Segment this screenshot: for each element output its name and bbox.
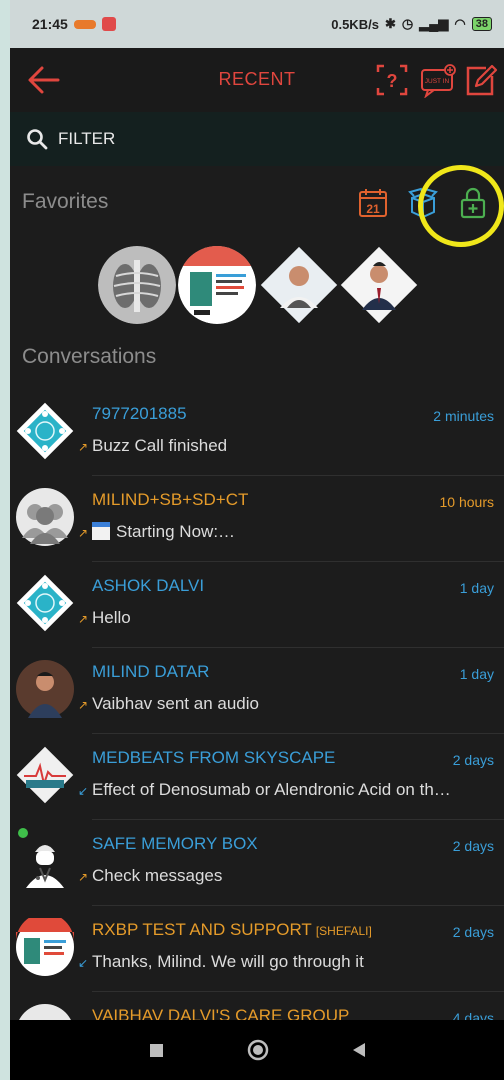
status-right: 0.5KB/s ✱ ◷ ▂▄▆ ◠ 38	[331, 16, 492, 32]
status-time: 21:45	[32, 16, 68, 32]
message-text: Vaibhav sent an audio	[92, 694, 259, 713]
outgoing-arrow-icon: ↗	[77, 526, 89, 540]
calendar-emoji-icon	[92, 522, 110, 540]
conversation-message: ↙ Effect of Denosumab or Alendronic Acid …	[74, 780, 494, 800]
wifi-icon: ◠	[454, 16, 466, 31]
network-speed: 0.5KB/s	[331, 16, 379, 32]
conversation-row[interactable]: MEDBEATS FROM SKYSCAPE 2 days ↙ Effect of…	[10, 734, 504, 820]
person-avatar	[16, 660, 74, 718]
just-in-label: JUST IN	[425, 78, 450, 85]
favorite-avatar-person-1[interactable]	[260, 246, 338, 324]
conversation-time: 2 minutes	[433, 408, 494, 424]
app-notification-icon	[101, 17, 116, 31]
secure-add-icon[interactable]	[456, 186, 490, 220]
filter-placeholder: FILTER	[58, 129, 116, 148]
conversation-name: MILIND DATAR	[92, 662, 210, 681]
conversations-title: Conversations	[22, 345, 157, 368]
conversation-row[interactable]: RXBP TEST AND SUPPORT [SHEFALI] 2 days ↙ T…	[10, 906, 504, 992]
conversation-time: 10 hours	[439, 494, 494, 510]
outgoing-arrow-icon: ↗	[77, 698, 89, 712]
conversation-message: ↗ Starting Now:…	[74, 522, 494, 542]
calendar-icon[interactable]: 21	[356, 186, 390, 220]
search-icon	[27, 129, 48, 150]
phone-screen: 21:45 0.5KB/s ✱ ◷ ▂▄▆ ◠ 38 RECENT ? JUST…	[10, 0, 504, 1080]
conversation-time: 2 days	[452, 838, 494, 854]
outgoing-arrow-icon: ↗	[77, 440, 89, 454]
conversation-row[interactable]: 7977201885 2 minutes ↗ Buzz Call finished	[10, 390, 504, 476]
conversation-message: ↗ Hello	[74, 608, 494, 628]
message-text: Thanks, Milind. We will go through it	[92, 952, 364, 971]
filter-bar[interactable]: FILTER	[10, 112, 504, 166]
conversation-row[interactable]: ASHOK DALVI 1 day ↗ Hello	[10, 562, 504, 648]
group-diamond-avatar	[16, 402, 74, 460]
conversation-name: MILIND+SB+SD+CT	[92, 490, 249, 509]
battery-icon: 38	[471, 17, 492, 31]
message-text: Hello	[92, 608, 131, 627]
calendar-day: 21	[366, 202, 380, 216]
conversation-message: ↗ Check messages	[74, 866, 494, 886]
alarm-icon: ◷	[401, 16, 414, 31]
conversation-time: 1 day	[459, 580, 494, 596]
favorite-avatar-person-2[interactable]	[340, 246, 418, 324]
just-in-icon[interactable]: JUST IN	[420, 62, 456, 98]
message-text: Effect of Denosumab or Alendronic Acid o…	[92, 780, 451, 799]
incoming-arrow-icon: ↙	[77, 784, 89, 798]
member-tag: [SHEFALI]	[315, 924, 372, 938]
memory-box-icon[interactable]	[406, 186, 440, 220]
rxbp-avatar	[16, 918, 74, 976]
conversation-row[interactable]: MILIND DATAR 1 day ↗ Vaibhav sent an audi…	[10, 648, 504, 734]
app-header: RECENT ? JUST IN	[10, 48, 504, 112]
home-circle-icon[interactable]	[246, 1038, 270, 1062]
conversation-name: SAFE MEMORY BOX	[92, 834, 258, 853]
signal-icon: ▂▄▆	[419, 16, 449, 31]
navigation-bar	[10, 1020, 504, 1080]
conversation-message: ↗ Buzz Call finished	[74, 436, 494, 456]
favorite-avatar-rxbp[interactable]	[178, 246, 256, 324]
group-avatar	[16, 488, 74, 546]
conversation-row[interactable]: SAFE MEMORY BOX 2 days ↗ Check messages	[10, 820, 504, 906]
conversation-message: ↙ Thanks, Milind. We will go through it	[74, 952, 494, 972]
conversation-time: 2 days	[452, 752, 494, 768]
help-icon[interactable]: ?	[374, 62, 410, 98]
conversation-name: ASHOK DALVI	[92, 576, 205, 595]
message-text: Buzz Call finished	[92, 436, 228, 455]
message-text: Starting Now:…	[116, 522, 236, 541]
favorite-avatar-xray[interactable]	[98, 246, 176, 324]
doctor-avatar	[26, 845, 64, 888]
conversation-message: ↗ Vaibhav sent an audio	[74, 694, 494, 714]
outgoing-arrow-icon: ↗	[77, 870, 89, 884]
compose-icon[interactable]	[462, 62, 498, 98]
message-text: Check messages	[92, 866, 223, 885]
back-triangle-icon[interactable]	[350, 1038, 368, 1062]
conversation-name: 7977201885	[92, 404, 187, 423]
conversation-name: MEDBEATS FROM SKYSCAPE	[92, 748, 336, 767]
conversation-row[interactable]: MILIND+SB+SD+CT 10 hours ↗ Starting Now:…	[10, 476, 504, 562]
bluetooth-icon: ✱	[384, 16, 396, 31]
status-bar: 21:45 0.5KB/s ✱ ◷ ▂▄▆ ◠ 38	[10, 0, 504, 48]
group-diamond-avatar	[16, 574, 74, 632]
conversation-time: 1 day	[459, 666, 494, 682]
medbeats-avatar	[16, 746, 74, 804]
recents-square-icon[interactable]	[148, 1038, 166, 1062]
incoming-arrow-icon: ↙	[77, 956, 89, 970]
svg-text:?: ?	[387, 71, 398, 91]
back-arrow-icon[interactable]	[26, 64, 62, 96]
conversation-name: RXBP TEST AND SUPPORT [SHEFALI]	[92, 920, 372, 940]
conversation-time: 2 days	[452, 924, 494, 940]
favorites-title: Favorites	[22, 190, 109, 213]
outgoing-arrow-icon: ↗	[77, 612, 89, 626]
notification-icon	[73, 19, 96, 29]
conversation-name-text: RXBP TEST AND SUPPORT	[92, 920, 312, 939]
